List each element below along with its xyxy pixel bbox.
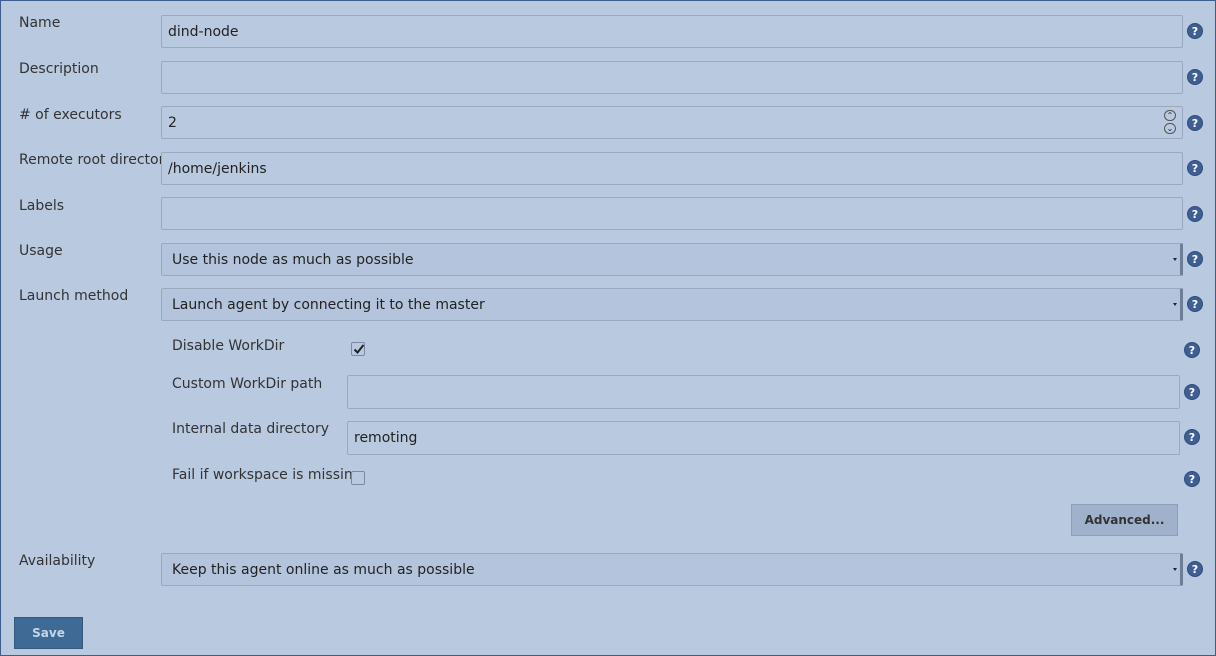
- stepper-up-icon[interactable]: ⌃: [1164, 110, 1176, 121]
- launch-method-selected: Launch agent by connecting it to the mas…: [172, 296, 485, 313]
- description-help-icon[interactable]: ?: [1187, 69, 1203, 85]
- fail-workspace-label: Fail if workspace is missing: [172, 467, 362, 483]
- launch-method-help-icon[interactable]: ?: [1187, 296, 1203, 312]
- launch-method-label: Launch method: [19, 288, 129, 304]
- labels-help-icon[interactable]: ?: [1187, 206, 1203, 222]
- internal-data-dir-help-icon[interactable]: ?: [1184, 429, 1200, 445]
- chevron-down-icon: [1173, 568, 1177, 571]
- availability-help-icon[interactable]: ?: [1187, 561, 1203, 577]
- internal-data-dir-value: remoting: [354, 430, 418, 446]
- advanced-button[interactable]: Advanced...: [1071, 504, 1178, 536]
- name-label: Name: [19, 15, 61, 31]
- usage-select[interactable]: Use this node as much as possible: [161, 243, 1183, 276]
- save-button[interactable]: Save: [14, 617, 83, 649]
- stepper-down-icon[interactable]: ⌄: [1164, 123, 1176, 134]
- chevron-down-icon: [1173, 303, 1177, 306]
- description-label: Description: [19, 61, 99, 77]
- executors-help-icon[interactable]: ?: [1187, 115, 1203, 131]
- remote-root-input[interactable]: /home/jenkins: [161, 152, 1183, 185]
- executors-stepper[interactable]: ⌃ ⌄: [1164, 110, 1176, 134]
- chevron-down-icon: [1173, 258, 1177, 261]
- executors-label: # of executors: [19, 107, 122, 123]
- name-input[interactable]: dind-node: [161, 15, 1183, 48]
- custom-workdir-label: Custom WorkDir path: [172, 376, 323, 392]
- availability-selected: Keep this agent online as much as possib…: [172, 561, 475, 578]
- fail-workspace-help-icon[interactable]: ?: [1184, 471, 1200, 487]
- disable-workdir-checkbox[interactable]: [351, 342, 365, 356]
- usage-help-icon[interactable]: ?: [1187, 251, 1203, 267]
- availability-select[interactable]: Keep this agent online as much as possib…: [161, 553, 1183, 586]
- internal-data-dir-input[interactable]: remoting: [347, 421, 1180, 455]
- remote-root-help-icon[interactable]: ?: [1187, 160, 1203, 176]
- disable-workdir-help-icon[interactable]: ?: [1184, 342, 1200, 358]
- fail-workspace-checkbox[interactable]: [351, 471, 365, 485]
- launch-method-select[interactable]: Launch agent by connecting it to the mas…: [161, 288, 1183, 321]
- labels-label: Labels: [19, 198, 65, 214]
- remote-root-label: Remote root directory: [19, 152, 173, 168]
- availability-label: Availability: [19, 553, 96, 569]
- labels-input[interactable]: [161, 197, 1183, 230]
- custom-workdir-help-icon[interactable]: ?: [1184, 384, 1200, 400]
- usage-label: Usage: [19, 243, 63, 259]
- executors-value: 2: [168, 114, 177, 131]
- description-input[interactable]: [161, 61, 1183, 94]
- custom-workdir-input[interactable]: [347, 375, 1180, 409]
- remote-root-value: /home/jenkins: [168, 160, 267, 177]
- executors-input[interactable]: 2 ⌃ ⌄: [161, 106, 1183, 139]
- name-value: dind-node: [168, 23, 239, 40]
- usage-selected: Use this node as much as possible: [172, 251, 414, 268]
- internal-data-dir-label: Internal data directory: [172, 421, 330, 437]
- name-help-icon[interactable]: ?: [1187, 23, 1203, 39]
- checkmark-icon: [353, 344, 365, 354]
- disable-workdir-label: Disable WorkDir: [172, 338, 285, 354]
